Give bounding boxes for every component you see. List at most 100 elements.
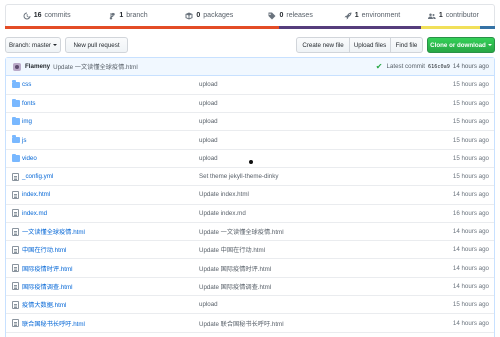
commit-age: 16 hours ago xyxy=(452,209,489,217)
file-browser: Flameny Update 一文读懂全球疫情.html ✔ Latest co… xyxy=(5,57,495,337)
file-name-link[interactable]: img xyxy=(22,118,32,125)
commit-author-link[interactable]: Flameny xyxy=(25,63,50,70)
environments-count: 1 xyxy=(354,12,359,19)
file-type-cell xyxy=(6,131,22,149)
folder-icon xyxy=(12,80,20,89)
upload-files-label: Upload files xyxy=(353,41,387,49)
table-row: index.md Update index.md 16 hours ago xyxy=(6,204,494,223)
commit-message-link[interactable]: upload xyxy=(199,76,414,94)
commit-age: 14 hours ago xyxy=(452,264,489,272)
table-row: index.html Update index.html 14 hours ago xyxy=(6,186,494,205)
commit-age: 14 hours ago xyxy=(452,228,489,236)
commits-link[interactable]: 16 commits xyxy=(6,5,87,26)
file-name-link[interactable]: index.md xyxy=(22,210,47,217)
file-name-link[interactable]: _config.yml xyxy=(22,173,53,180)
tag-icon xyxy=(268,12,276,19)
commits-count: 16 xyxy=(33,12,42,19)
file-name-link[interactable]: fonts xyxy=(22,100,35,107)
create-new-file-button[interactable]: Create new file xyxy=(296,37,350,53)
file-name-link[interactable]: 一文读懂全球疫情.html xyxy=(22,229,85,236)
table-row: 国际疫情调查.html Update 国际疫情调查.html 14 hours ag… xyxy=(6,277,494,296)
file-name-link[interactable]: 国际疫情时评.html xyxy=(22,266,73,273)
file-name-cell: 中国在行动.html xyxy=(22,241,199,259)
environments-label: environment xyxy=(361,12,401,19)
file-name-link[interactable]: js xyxy=(22,137,26,144)
file-name-link[interactable]: video xyxy=(22,155,37,162)
file-name-cell: img xyxy=(22,113,199,131)
commit-sha-link[interactable]: 616c0a9 xyxy=(428,64,450,70)
file-name-link[interactable]: 国际疫情调查.html xyxy=(22,284,73,291)
file-type-cell xyxy=(6,222,22,240)
releases-count: 0 xyxy=(279,12,284,19)
folder-icon xyxy=(12,135,20,144)
commit-message-link[interactable]: Set theme jekyll-theme-dinky xyxy=(199,167,414,185)
file-name-link[interactable]: 联合国秘书长呼吁.html xyxy=(22,321,85,328)
commit-message-link[interactable]: Update 一文读懂全球疫情.html xyxy=(199,222,414,240)
table-row: video upload 15 hours ago xyxy=(6,149,494,168)
branches-link[interactable]: 1 branch xyxy=(87,5,168,26)
commit-message-link[interactable]: Update index.html xyxy=(199,186,414,204)
file-icon xyxy=(12,300,19,309)
commit-message-link[interactable]: Update 国际疫情时评.html xyxy=(199,259,414,277)
language-segment-css xyxy=(279,26,422,29)
file-type-cell xyxy=(6,296,22,314)
check-icon[interactable]: ✔ xyxy=(376,62,383,71)
commit-message-link[interactable]: upload xyxy=(199,149,414,167)
commit-message-link[interactable]: upload xyxy=(199,296,414,314)
file-table: css upload 15 hours ago fonts upload 15 hours… xyxy=(6,76,494,333)
find-file-button[interactable]: Find file xyxy=(390,37,423,53)
file-name-link[interactable]: 疫情大数据.html xyxy=(22,302,66,309)
branch-select-button[interactable]: Branch: master xyxy=(5,37,61,53)
commit-message-link[interactable]: Update 中国在行动.html xyxy=(199,241,414,259)
commit-age: 15 hours ago xyxy=(452,154,489,162)
commit-age: 14 hours ago xyxy=(452,319,489,327)
file-icon xyxy=(12,209,19,218)
commit-message-link[interactable]: upload xyxy=(199,113,414,131)
file-icon xyxy=(12,282,19,291)
contributors-link[interactable]: 1 contributor xyxy=(413,5,494,26)
file-name-cell: index.md xyxy=(22,204,199,222)
file-name-link[interactable]: css xyxy=(22,81,31,88)
commit-message-link[interactable]: Update 联合国秘书长呼吁.html xyxy=(199,314,414,332)
file-name-link[interactable]: 中国在行动.html xyxy=(22,247,66,254)
language-segment-html xyxy=(5,26,280,29)
latest-commit-bar: Flameny Update 一文读懂全球疫情.html ✔ Latest co… xyxy=(6,58,494,76)
commit-age: 15 hours ago xyxy=(452,173,489,181)
package-icon xyxy=(185,12,193,19)
new-pull-request-button[interactable]: New pull request xyxy=(65,37,128,53)
file-icon xyxy=(12,245,19,254)
commit-message-link[interactable]: Update index.md xyxy=(199,204,414,222)
environments-link[interactable]: 1 environment xyxy=(331,5,412,26)
clone-or-download-button[interactable]: Clone or download xyxy=(427,37,495,53)
commit-age: 15 hours ago xyxy=(452,136,489,144)
file-navigation-toolbar: Branch: master New pull request Create n… xyxy=(5,37,495,53)
language-bar[interactable] xyxy=(5,26,495,29)
commit-message-link[interactable]: upload xyxy=(199,94,414,112)
branches-label: branch xyxy=(126,12,148,19)
upload-files-button[interactable]: Upload files xyxy=(349,37,391,53)
table-row: img upload 15 hours ago xyxy=(6,113,494,131)
file-type-cell xyxy=(6,259,22,277)
file-name-cell: index.html xyxy=(22,186,199,204)
table-row: 联合国秘书长呼吁.html Update 联合国秘书长呼吁.html 14 hour… xyxy=(6,314,494,333)
table-row: fonts upload 15 hours ago xyxy=(6,94,494,113)
commit-message-link[interactable]: Update 国际疫情调查.html xyxy=(199,277,414,295)
commit-message-link[interactable]: upload xyxy=(199,131,414,149)
commit-age: 15 hours ago xyxy=(452,99,489,107)
file-icon xyxy=(12,172,19,181)
releases-link[interactable]: 0 releases xyxy=(250,5,331,26)
contributors-label: contributor xyxy=(445,12,479,19)
avatar[interactable] xyxy=(13,62,21,71)
branch-icon xyxy=(110,12,116,19)
packages-link[interactable]: 0 packages xyxy=(169,5,250,26)
file-name-cell: 疫情大数据.html xyxy=(22,296,199,314)
chevron-down-icon xyxy=(52,44,57,46)
table-row: 国际疫情时评.html Update 国际疫情时评.html 14 hours ag… xyxy=(6,259,494,278)
file-name-cell: fonts xyxy=(22,94,199,112)
file-name-cell: video xyxy=(22,149,199,167)
commit-message-link[interactable]: Update 一文读懂全球疫情.html xyxy=(53,62,138,71)
commit-age: 14 hours ago xyxy=(452,191,489,199)
file-name-link[interactable]: index.html xyxy=(22,191,50,198)
packages-count: 0 xyxy=(196,12,201,19)
file-name-cell: 一文读懂全球疫情.html xyxy=(22,222,199,240)
